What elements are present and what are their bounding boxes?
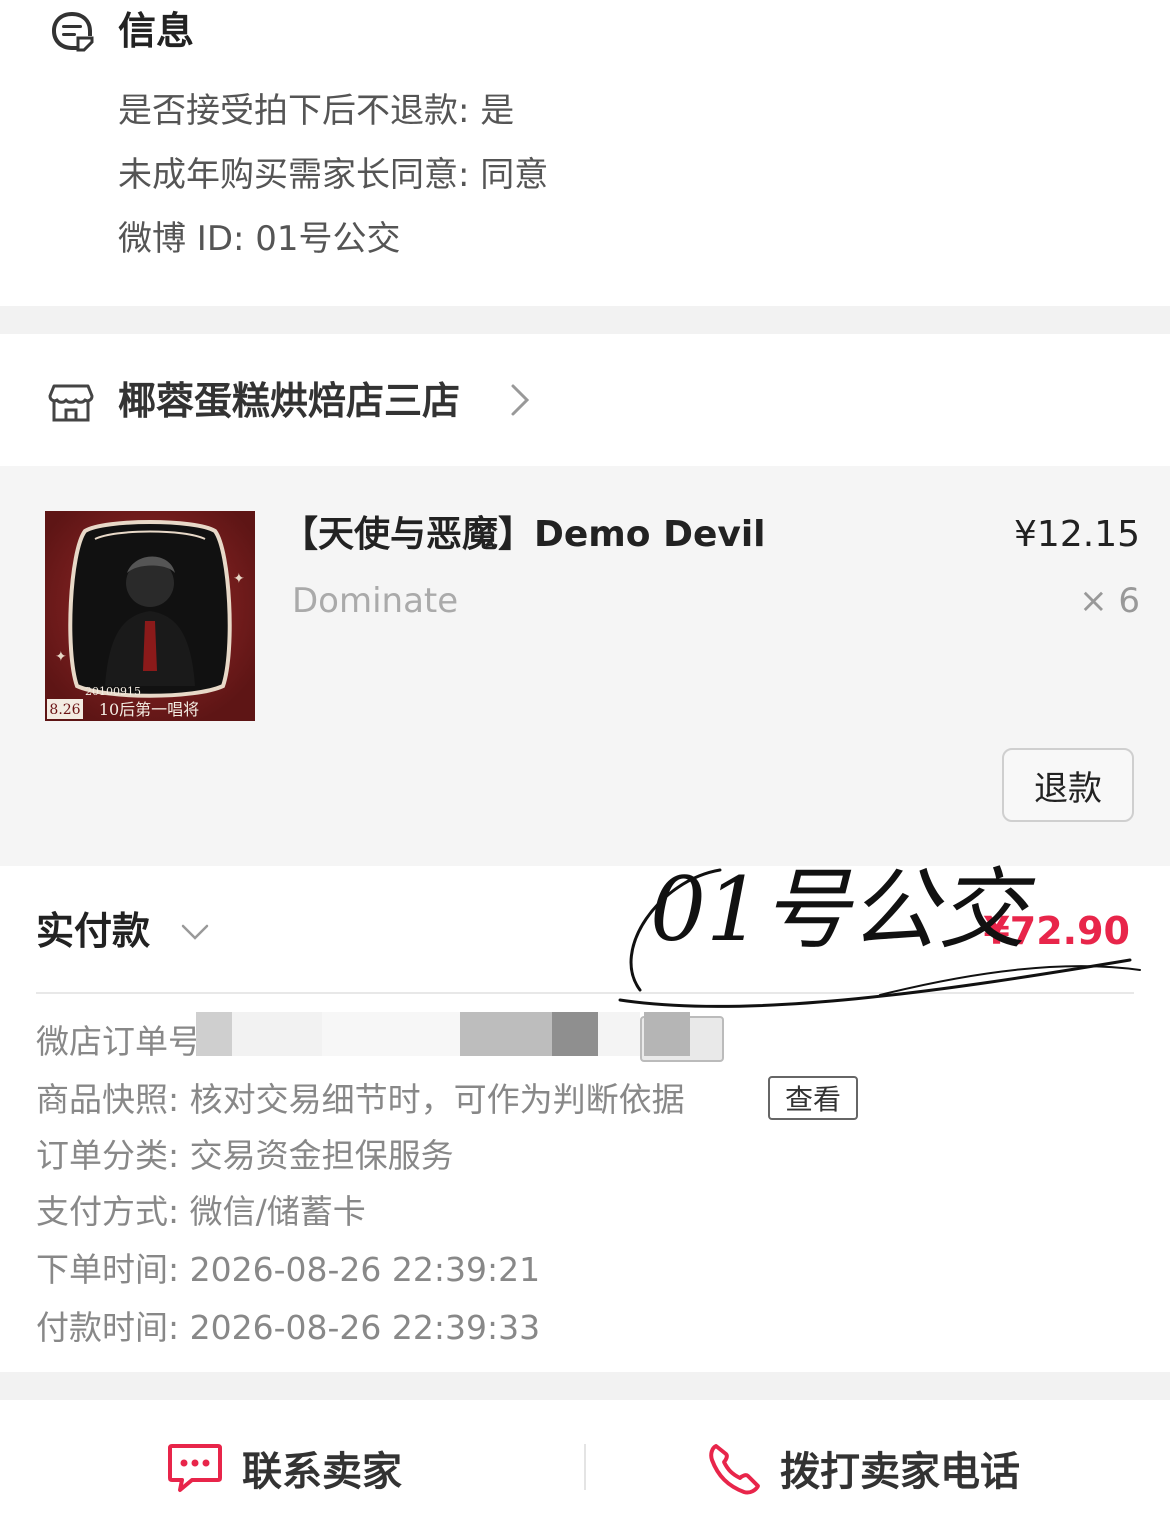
product-price: ¥12.15 bbox=[1014, 514, 1140, 555]
bottom-action-bar: 联系卖家 拨打卖家电话 bbox=[0, 1400, 1170, 1532]
pay-time-line: 付款时间: 2026-08-26 22:39:33 bbox=[36, 1308, 541, 1347]
svg-text:✦: ✦ bbox=[233, 571, 245, 587]
snapshot-line: 商品快照: 核对交易细节时，可作为判断依据 bbox=[36, 1080, 685, 1119]
product-title[interactable]: 【天使与恶魔】Demo Devil bbox=[282, 510, 766, 560]
message-note-icon bbox=[52, 12, 94, 52]
guardian-consent-line: 未成年购买需家长同意: 同意 bbox=[118, 155, 549, 195]
redacted-order-number bbox=[232, 1012, 322, 1056]
svg-text:✦: ✦ bbox=[55, 649, 67, 665]
order-category-line: 订单分类: 交易资金担保服务 bbox=[36, 1136, 454, 1175]
info-section: 信息 是否接受拍下后不退款: 是 未成年购买需家长同意: 同意 微博 ID: 0… bbox=[0, 0, 1170, 306]
product-thumbnail[interactable]: ✦ ✦ 8.26 20100915 10后第一唱将 bbox=[45, 511, 255, 721]
thumb-day-text: 8.26 bbox=[49, 702, 80, 718]
redacted-order-number bbox=[196, 1012, 232, 1056]
view-snapshot-button[interactable]: 查看 bbox=[768, 1076, 858, 1120]
payment-section: 实付款 ¥72.90 微店订单号 商品快照: 核对交易细节时，可作为判断依据 查… bbox=[0, 866, 1170, 1372]
order-number-label: 微店订单号 bbox=[36, 1022, 201, 1061]
info-title: 信息 bbox=[118, 9, 195, 53]
section-gap bbox=[0, 1372, 1170, 1400]
payment-method-line: 支付方式: 微信/储蓄卡 bbox=[36, 1192, 366, 1231]
divider bbox=[584, 1444, 586, 1490]
chevron-down-icon[interactable] bbox=[180, 922, 210, 942]
no-refund-line: 是否接受拍下后不退款: 是 bbox=[118, 91, 515, 131]
thumb-date-text: 20100915 bbox=[85, 685, 141, 698]
call-seller-label: 拨打卖家电话 bbox=[780, 1449, 1020, 1495]
refund-button[interactable]: 退款 bbox=[1002, 748, 1134, 822]
thumb-caption-text: 10后第一唱将 bbox=[99, 700, 199, 719]
weibo-id-line: 微博 ID: 01号公交 bbox=[118, 219, 401, 259]
chevron-right-icon[interactable] bbox=[508, 382, 532, 418]
chat-bubble-icon bbox=[168, 1444, 222, 1492]
redacted-order-number bbox=[598, 1012, 640, 1056]
contact-seller-button[interactable]: 联系卖家 bbox=[166, 1438, 402, 1498]
redacted-order-number bbox=[644, 1012, 690, 1056]
shop-name[interactable]: 椰蓉蛋糕烘焙店三店 bbox=[118, 376, 460, 426]
redacted-order-number bbox=[552, 1012, 598, 1056]
order-time-line: 下单时间: 2026-08-26 22:39:21 bbox=[36, 1250, 541, 1289]
redacted-order-number bbox=[460, 1012, 552, 1056]
shop-icon bbox=[48, 384, 94, 422]
phone-icon bbox=[709, 1444, 760, 1495]
section-gap bbox=[0, 306, 1170, 334]
product-sku: Dominate bbox=[292, 581, 459, 621]
shop-row[interactable]: 椰蓉蛋糕烘焙店三店 bbox=[0, 334, 1170, 466]
contact-seller-label: 联系卖家 bbox=[242, 1449, 402, 1495]
paid-amount: ¥72.90 bbox=[983, 909, 1130, 953]
call-seller-button[interactable]: 拨打卖家电话 bbox=[706, 1438, 1020, 1498]
divider bbox=[36, 992, 1134, 994]
product-quantity: × 6 bbox=[1079, 581, 1140, 621]
product-card[interactable]: ✦ ✦ 8.26 20100915 10后第一唱将 【天使与恶魔】Demo De… bbox=[0, 466, 1170, 866]
paid-label[interactable]: 实付款 bbox=[36, 906, 150, 956]
redacted-order-number bbox=[322, 1012, 460, 1056]
